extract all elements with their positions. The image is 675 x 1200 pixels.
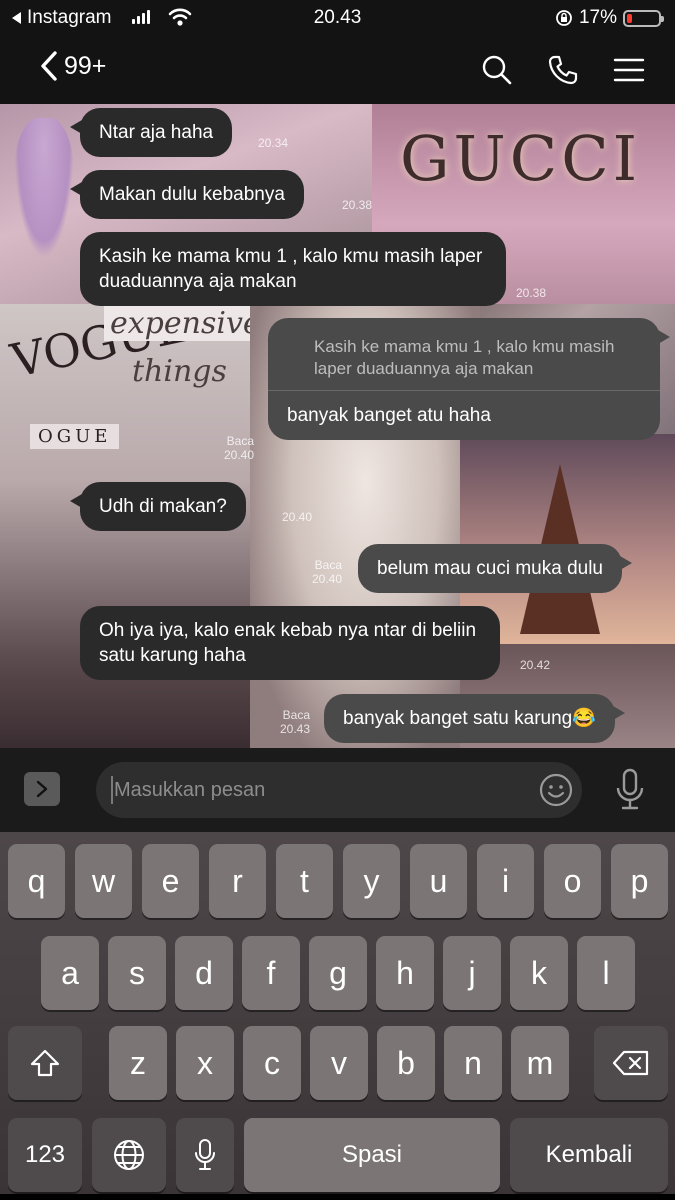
message-time: 20.38 xyxy=(516,286,547,300)
key-a[interactable]: a xyxy=(41,936,99,1010)
space-key[interactable]: Spasi xyxy=(244,1118,500,1192)
message-meta: Baca 20.40 xyxy=(312,558,342,586)
message-input[interactable]: Masukkan pesan xyxy=(96,762,582,818)
key-x[interactable]: x xyxy=(176,1026,234,1100)
shift-icon xyxy=(30,1049,60,1077)
search-button[interactable] xyxy=(481,54,513,86)
expand-menu-button[interactable] xyxy=(24,772,60,806)
message-time: 20.43 xyxy=(280,722,311,736)
message-meta: Baca 20.43 xyxy=(280,708,310,736)
key-s[interactable]: s xyxy=(108,936,166,1010)
menu-button[interactable] xyxy=(613,54,645,86)
key-w[interactable]: w xyxy=(75,844,132,918)
key-i[interactable]: i xyxy=(477,844,534,918)
message-time: 20.38 xyxy=(342,198,373,212)
key-m[interactable]: m xyxy=(511,1026,569,1100)
key-g[interactable]: g xyxy=(309,936,367,1010)
backspace-icon xyxy=(612,1050,649,1076)
dictation-key[interactable] xyxy=(176,1118,234,1192)
hamburger-icon xyxy=(613,58,645,82)
message-text: Ntar aja haha xyxy=(99,122,214,143)
message-incoming[interactable]: Oh iya iya, kalo enak kebab nya ntar di … xyxy=(80,606,500,680)
keyboard: 123 Spasi Kembali qwertyuiop asdfghjkl zxc… xyxy=(0,832,675,1200)
message-time: 20.40 xyxy=(224,448,255,462)
chevron-left-icon xyxy=(41,51,57,81)
message-meta: Baca 20.40 xyxy=(224,434,254,462)
search-icon xyxy=(482,55,512,85)
home-indicator xyxy=(0,1194,675,1200)
message-outgoing[interactable]: banyak banget satu karung😂 xyxy=(324,694,625,743)
message-text: Udh di makan? xyxy=(99,496,227,517)
key-r[interactable]: r xyxy=(209,844,266,918)
wallpaper-caption-2: things xyxy=(132,354,227,389)
rotation-lock-icon xyxy=(556,10,572,26)
chat-area[interactable]: GUCCI VOGUE expensive things OGUE Ntar a… xyxy=(0,104,675,748)
message-time: 20.40 xyxy=(282,510,313,524)
call-button[interactable] xyxy=(547,54,579,86)
emoji-icon[interactable] xyxy=(538,772,574,808)
key-z[interactable]: z xyxy=(109,1026,167,1100)
backspace-key[interactable] xyxy=(594,1026,668,1100)
key-f[interactable]: f xyxy=(242,936,300,1010)
key-k[interactable]: k xyxy=(510,936,568,1010)
message-text: banyak banget atu haha xyxy=(287,405,491,426)
read-receipt: Baca xyxy=(314,558,343,572)
shift-key[interactable] xyxy=(8,1026,82,1100)
message-outgoing[interactable]: belum mau cuci muka dulu xyxy=(358,544,632,593)
key-j[interactable]: j xyxy=(443,936,501,1010)
message-outgoing[interactable]: Kasih ke mama kmu 1 , kalo kmu masih lap… xyxy=(268,318,670,440)
back-button[interactable]: 99+ xyxy=(38,50,106,82)
key-t[interactable]: t xyxy=(276,844,333,918)
key-p[interactable]: p xyxy=(611,844,668,918)
voice-message-icon[interactable] xyxy=(614,768,646,812)
phone-icon xyxy=(548,55,578,85)
status-bar: Instagram 20.43 17% xyxy=(0,0,675,36)
message-text: Makan dulu kebabnya xyxy=(99,184,285,205)
key-v[interactable]: v xyxy=(310,1026,368,1100)
chevron-right-icon xyxy=(36,780,48,798)
key-b[interactable]: b xyxy=(377,1026,435,1100)
message-text: belum mau cuci muka dulu xyxy=(377,558,603,579)
numbers-key[interactable]: 123 xyxy=(8,1118,82,1192)
message-incoming[interactable]: Udh di makan? xyxy=(70,482,246,531)
unread-count: 99+ xyxy=(64,51,107,80)
key-d[interactable]: d xyxy=(175,936,233,1010)
battery-icon xyxy=(623,9,664,27)
key-e[interactable]: e xyxy=(142,844,199,918)
quoted-message[interactable]: Kasih ke mama kmu 1 , kalo kmu masih lap… xyxy=(268,318,660,391)
message-text: Kasih ke mama kmu 1 , kalo kmu masih lap… xyxy=(99,246,483,292)
message-incoming[interactable]: Kasih ke mama kmu 1 , kalo kmu masih lap… xyxy=(80,232,506,306)
message-incoming[interactable]: Ntar aja haha xyxy=(69,108,233,157)
message-text: banyak banget satu karung😂 xyxy=(343,708,596,729)
key-n[interactable]: n xyxy=(444,1026,502,1100)
message-text: Oh iya iya, kalo enak kebab nya ntar di … xyxy=(99,620,477,666)
return-key[interactable]: Kembali xyxy=(510,1118,668,1192)
contact-avatar[interactable] xyxy=(14,118,74,258)
text-caret xyxy=(111,776,113,804)
key-q[interactable]: q xyxy=(8,844,65,918)
wallpaper-caption-1: expensive xyxy=(104,306,267,341)
microphone-icon xyxy=(195,1139,215,1170)
battery-percent: 17% xyxy=(578,7,617,28)
key-y[interactable]: y xyxy=(343,844,400,918)
wallpaper-magazine-text-2: OGUE xyxy=(30,424,120,449)
globe-icon xyxy=(114,1140,144,1170)
read-receipt: Baca xyxy=(226,434,255,448)
wallpaper-brand-text: GUCCI xyxy=(400,122,642,195)
chat-header: 99+ xyxy=(0,36,675,104)
key-l[interactable]: l xyxy=(577,936,635,1010)
read-receipt: Baca xyxy=(282,708,311,722)
key-o[interactable]: o xyxy=(544,844,601,918)
message-time: 20.40 xyxy=(312,572,343,586)
message-input-placeholder: Masukkan pesan xyxy=(114,779,266,801)
key-c[interactable]: c xyxy=(243,1026,301,1100)
message-incoming[interactable]: Makan dulu kebabnya xyxy=(70,170,304,219)
message-time: 20.34 xyxy=(258,136,289,150)
language-key[interactable] xyxy=(92,1118,166,1192)
composer-bar: Masukkan pesan xyxy=(0,748,675,832)
key-h[interactable]: h xyxy=(376,936,434,1010)
message-time: 20.42 xyxy=(520,658,551,672)
key-u[interactable]: u xyxy=(410,844,467,918)
